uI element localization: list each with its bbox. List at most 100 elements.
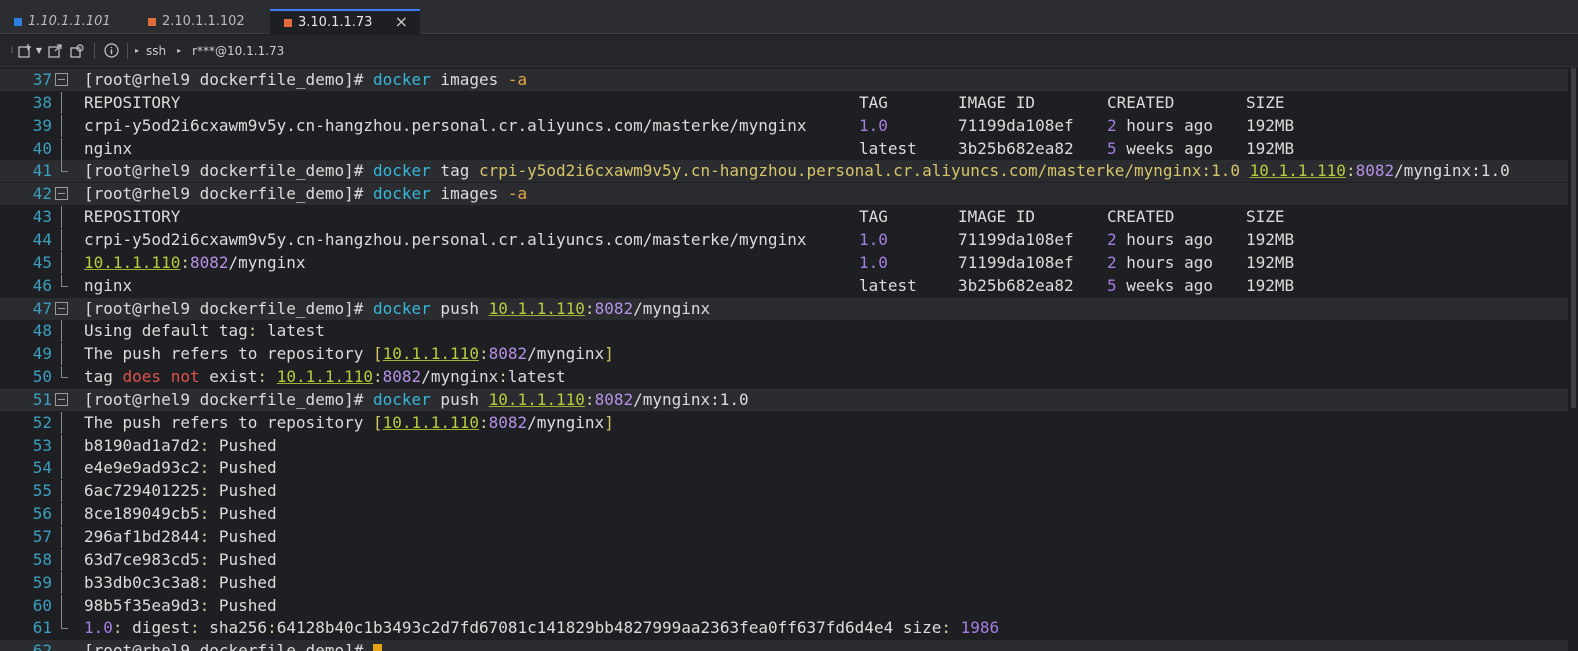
command-args: push (430, 389, 489, 409)
registry-port: 8082 (1355, 161, 1395, 181)
table-cell: nginx (84, 138, 132, 160)
tab-3[interactable]: 3.10.1.1.73 × (270, 9, 420, 34)
tab-status-icon (284, 18, 292, 27)
shell-command: docker (373, 389, 431, 409)
terminal-punct: : (199, 481, 210, 501)
terminal-punct: : (199, 595, 210, 615)
image-tag: 1.0 (859, 229, 888, 249)
terminal-text: crpi-y5od2i6cxawm9v5y.cn-hangzhou.person… (84, 115, 807, 135)
terminal-punct: : (199, 435, 210, 455)
terminal-scrollbar[interactable] (1568, 68, 1578, 651)
terminal-punct: : (584, 389, 595, 409)
terminal-bracket: ] (604, 412, 614, 432)
fold-guide (61, 548, 62, 571)
chevron-down-icon[interactable]: ▼ (34, 40, 44, 62)
table-cell: 5 weeks ago (1107, 138, 1213, 160)
fold-toggle-icon[interactable] (55, 73, 68, 86)
terminal-output[interactable]: 37 [root@rhel9 dockerfile_demo]# docker i… (0, 68, 1578, 651)
terminal-punct: : (267, 618, 277, 638)
registry-port: 8082 (594, 389, 634, 409)
registry-port: 8082 (382, 367, 422, 387)
info-icon[interactable] (101, 40, 121, 62)
table-cell: 5 weeks ago (1107, 275, 1213, 297)
terminal-line-text: b8190ad1a7d2: Pushed (84, 435, 277, 457)
drag-handle-icon[interactable]: ⁞ (8, 40, 16, 62)
command-args: tag (430, 161, 479, 181)
fold-toggle-icon[interactable] (55, 187, 68, 201)
line-number: 53 (32, 435, 52, 455)
image-tag: 1.0 (859, 252, 888, 272)
side-panel-edge (0, 520, 6, 620)
tab-status-icon (148, 17, 156, 26)
fold-guide (61, 228, 62, 251)
terminal-text: /mynginx (527, 412, 605, 432)
command-args: push (430, 298, 489, 318)
terminal-text: exist (199, 367, 258, 387)
terminal-text: hours ago (1116, 115, 1213, 135)
tab-2[interactable]: 2.10.1.1.102 (134, 9, 270, 34)
terminal-line: 60 98b5f35ea9d3: Pushed (0, 594, 1568, 617)
detach-icon[interactable] (44, 40, 66, 62)
fold-toggle-icon[interactable] (55, 392, 68, 406)
registry-port: 8082 (189, 252, 229, 272)
registry-host: 10.1.1.110 (488, 298, 585, 318)
layer-status: Pushed (218, 481, 277, 501)
table-cell: REPOSITORY (84, 207, 181, 227)
shell-prompt: [root@rhel9 dockerfile_demo]# (84, 298, 364, 318)
shell-command: docker (373, 161, 431, 181)
tab-label: 3.10.1.1.73 (298, 15, 373, 30)
tab-label: 1.10.1.1.101 (28, 14, 111, 29)
shell-command: docker (373, 184, 431, 204)
terminal-text: Using default tag (84, 321, 248, 341)
layer-id: 63d7ce983cd5 (84, 549, 200, 569)
terminal-text: The push refers to repository (84, 344, 373, 364)
line-number: 45 (32, 252, 52, 272)
terminal-line-text: The push refers to repository [10.1.1.11… (84, 412, 614, 434)
tab-label: 2.10.1.1.102 (162, 14, 245, 29)
terminal-number: 2 (1107, 115, 1117, 135)
terminal-punct: : (941, 618, 952, 638)
fold-guide (61, 571, 62, 594)
line-number: 38 (32, 92, 52, 112)
close-tab-icon[interactable]: × (395, 12, 408, 31)
fold-guide-end (61, 274, 68, 287)
table-cell: 71199da108ef (958, 252, 1074, 272)
terminal-line: 56 8ce189049cb5: Pushed (0, 503, 1568, 526)
line-number: 39 (32, 115, 52, 135)
fold-toggle-icon[interactable] (55, 301, 68, 315)
terminal-cursor (373, 643, 382, 651)
fold-guide (61, 91, 62, 114)
table-cell: latest (859, 138, 917, 158)
command-option: -a (507, 184, 528, 204)
shell-prompt: [root@rhel9 dockerfile_demo]# (84, 161, 364, 181)
terminal-line: 48 Using default tag: latest (0, 320, 1568, 343)
layer-id: 8ce189049cb5 (84, 504, 200, 524)
terminal-line-text: [root@rhel9 dockerfile_demo]# docker tag… (84, 160, 1510, 182)
scrollbar-thumb[interactable] (1571, 68, 1576, 408)
terminal-punct: : (112, 618, 123, 638)
tab-1[interactable]: 1.10.1.1.101 (0, 9, 132, 34)
table-cell: IMAGE ID (958, 207, 1036, 227)
terminal-line: 39 crpi-y5od2i6cxawm9v5y.cn-hangzhou.pers… (0, 114, 1568, 137)
image-path: /mynginx:1.0 (1394, 161, 1510, 181)
terminal-bracket: ] (604, 344, 614, 364)
layer-status: Pushed (218, 595, 277, 615)
breadcrumb-host[interactable]: r***@10.1.1.73 (192, 44, 284, 58)
terminal-line: 54 e4e9e9ad93c2: Pushed (0, 457, 1568, 480)
table-cell: 71199da108ef (958, 229, 1074, 249)
terminal-line-text: [root@rhel9 dockerfile_demo]# docker ima… (84, 69, 527, 91)
line-number: 55 (32, 481, 52, 501)
fold-guide (61, 594, 62, 617)
duplicate-icon[interactable] (66, 40, 88, 62)
image-size: 1986 (960, 618, 1000, 638)
new-tab-icon[interactable] (16, 40, 34, 62)
terminal-line: 55 6ac729401225: Pushed (0, 480, 1568, 503)
breadcrumb-ssh[interactable]: ssh (146, 44, 166, 58)
shell-command: docker (373, 70, 431, 89)
terminal-punct: : (584, 298, 595, 318)
